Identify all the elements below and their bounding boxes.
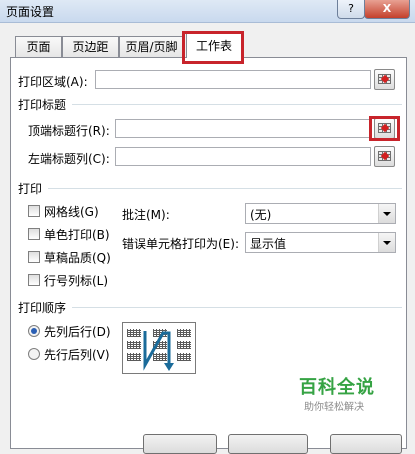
- title-rows-label: 顶端标题行(R):: [28, 124, 110, 138]
- print-area-collapse-button[interactable]: [374, 69, 395, 90]
- over-then-down-label: 先行后列(V): [44, 348, 110, 362]
- gridlines-checkbox[interactable]: [28, 205, 40, 217]
- row-col-headings-label: 行号列标(L): [44, 274, 109, 288]
- over-then-down-radio[interactable]: [28, 348, 40, 360]
- print-area-label: 打印区域(A):: [18, 75, 88, 89]
- print-preview-button[interactable]: [228, 434, 308, 454]
- print-titles-group-title: 打印标题: [18, 96, 71, 113]
- watermark-logo-text: 百科全说: [299, 377, 375, 398]
- window-title: 页面设置: [6, 5, 55, 19]
- close-button[interactable]: X: [364, 0, 410, 19]
- print-divider: [48, 188, 402, 189]
- page-order-divider: [72, 307, 402, 308]
- down-then-over-radio[interactable]: [28, 325, 40, 337]
- tab-page[interactable]: 页面: [15, 36, 62, 57]
- title-cols-label: 左端标题列(C):: [28, 152, 110, 166]
- gridlines-label: 网格线(G): [44, 205, 99, 219]
- black-white-label: 单色打印(B): [44, 228, 110, 242]
- draft-quality-label: 草稿品质(Q): [44, 251, 111, 265]
- options-button[interactable]: [330, 434, 402, 454]
- cell-errors-value: 显示值: [250, 237, 287, 251]
- down-then-over-label: 先列后行(D): [44, 325, 111, 339]
- page-order-arrow-icon: [143, 331, 174, 371]
- cell-errors-label: 错误单元格打印为(E):: [122, 237, 239, 251]
- row-col-headings-checkbox[interactable]: [28, 274, 40, 286]
- tab-header-footer[interactable]: 页眉/页脚: [119, 36, 184, 57]
- print-button[interactable]: [143, 434, 217, 454]
- cell-errors-select[interactable]: 显示值: [245, 232, 396, 253]
- title-bar: 页面设置 ? X: [0, 0, 415, 23]
- help-button[interactable]: ?: [337, 0, 365, 19]
- page-order-preview: [122, 322, 196, 374]
- title-rows-collapse-button[interactable]: [374, 118, 395, 139]
- black-white-checkbox[interactable]: [28, 228, 40, 240]
- print-area-input[interactable]: [95, 70, 371, 89]
- tab-sheet[interactable]: 工作表: [186, 33, 242, 58]
- tab-margins[interactable]: 页边距: [62, 36, 119, 57]
- print-titles-divider: [72, 104, 402, 105]
- comments-label: 批注(M):: [122, 208, 170, 222]
- comments-value: (无): [250, 208, 272, 222]
- title-cols-collapse-button[interactable]: [374, 146, 395, 167]
- watermark-tagline: 助你轻松解决: [304, 402, 364, 413]
- chevron-down-icon[interactable]: [378, 233, 395, 252]
- title-rows-input[interactable]: [115, 119, 371, 138]
- chevron-down-icon[interactable]: [378, 204, 395, 223]
- print-group-title: 打印: [18, 180, 47, 197]
- page-order-group-title: 打印顺序: [18, 299, 71, 316]
- draft-quality-checkbox[interactable]: [28, 251, 40, 263]
- comments-select[interactable]: (无): [245, 203, 396, 224]
- title-cols-input[interactable]: [115, 147, 371, 166]
